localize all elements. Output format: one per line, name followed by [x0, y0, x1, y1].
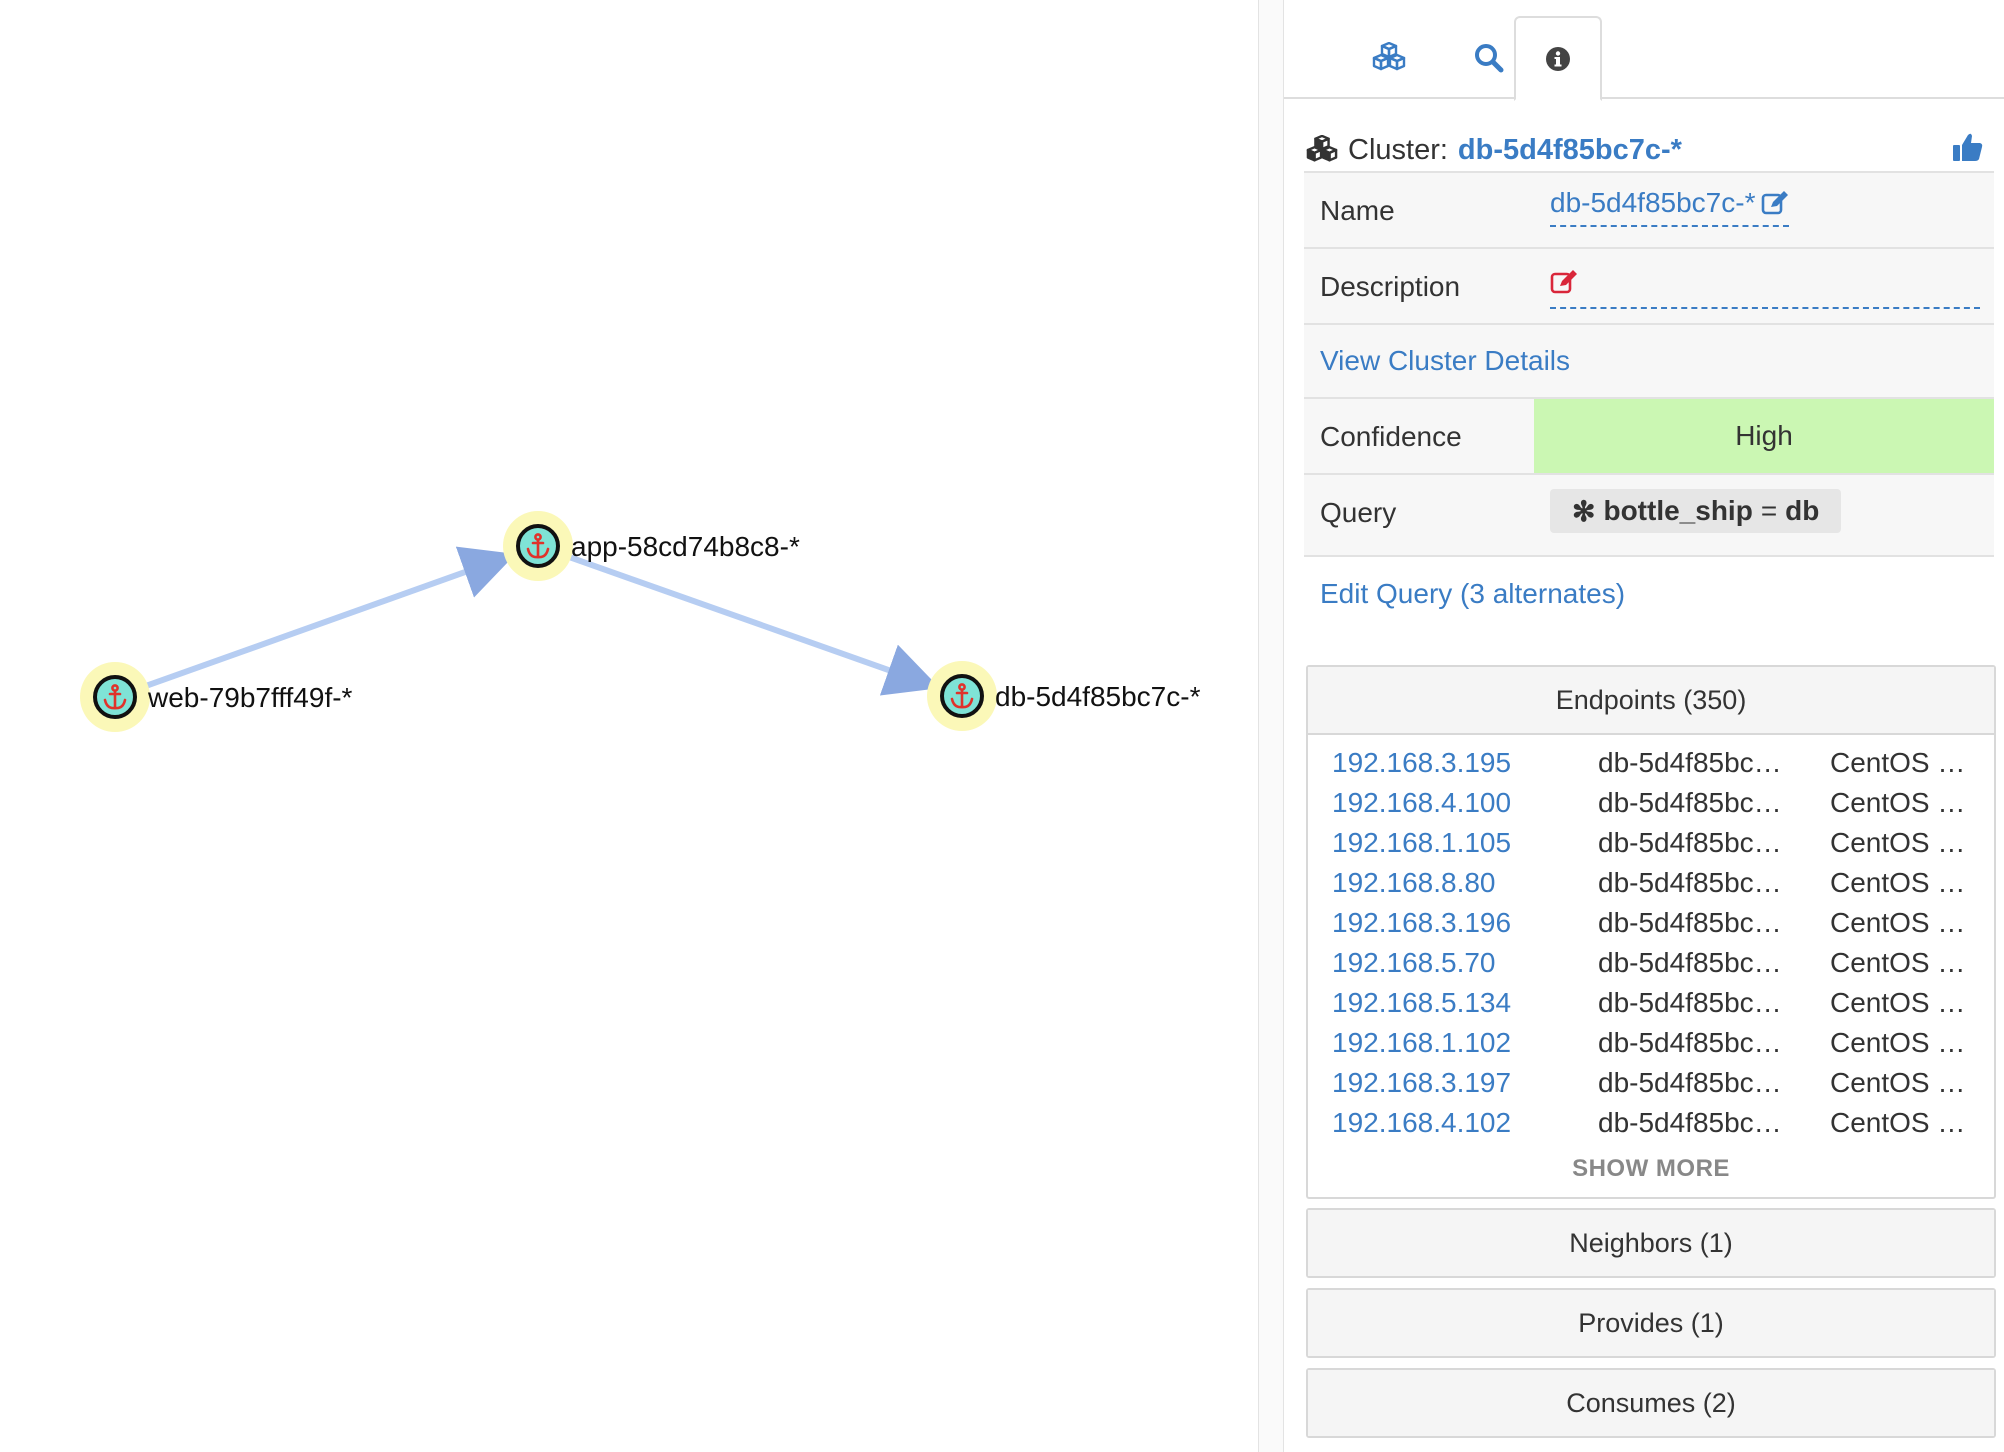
endpoint-os: CentOS … [1830, 987, 1966, 1018]
endpoint-name: db-5d4f85bc… [1598, 827, 1782, 858]
endpoint-ip-link[interactable]: 192.168.1.105 [1332, 827, 1511, 859]
confidence-value: High [1534, 399, 1994, 473]
endpoint-os: CentOS … [1830, 787, 1966, 818]
edit-icon [1762, 191, 1789, 215]
endpoint-row: 192.168.4.102 db-5d4f85bc… CentOS … [1308, 1107, 1994, 1147]
description-label: Description [1320, 271, 1461, 302]
panel-splitter[interactable] [1258, 0, 1284, 1452]
query-pill: ✻ bottle_ship = db [1550, 489, 1842, 533]
endpoint-row: 192.168.3.196 db-5d4f85bc… CentOS … [1308, 907, 1994, 947]
endpoint-ip-link[interactable]: 192.168.3.195 [1332, 747, 1511, 779]
endpoint-ip-link[interactable]: 192.168.3.197 [1332, 1067, 1511, 1099]
panel-tabs [1284, 0, 2004, 101]
provides-header[interactable]: Provides (1) [1308, 1290, 1994, 1356]
asterisk-icon: ✻ [1572, 495, 1596, 527]
endpoint-ip-link[interactable]: 192.168.5.134 [1332, 987, 1511, 1019]
endpoint-ip-link[interactable]: 192.168.1.102 [1332, 1027, 1511, 1059]
edge-web-to-app[interactable] [137, 546, 516, 692]
endpoint-name: db-5d4f85bc… [1598, 947, 1782, 978]
endpoint-os: CentOS … [1830, 1107, 1966, 1138]
endpoints-panel: Endpoints (350) 192.168.3.195 db-5d4f85bc… [1306, 665, 1996, 1199]
node-label: web-79b7fff49f-* [147, 682, 353, 713]
endpoints-list: 192.168.3.195 db-5d4f85bc… CentOS … 192.168… [1308, 733, 1994, 1147]
endpoint-name: db-5d4f85bc… [1598, 1067, 1782, 1098]
endpoint-os: CentOS … [1830, 1027, 1966, 1058]
endpoint-row: 192.168.1.102 db-5d4f85bc… CentOS … [1308, 1027, 1994, 1067]
edit-query-link[interactable]: Edit Query (3 alternates) [1320, 578, 1625, 610]
neighbors-panel: Neighbors (1) [1306, 1208, 1996, 1278]
side-panel: Cluster: db-5d4f85bc7c-* Name db-5d4f85b… [1284, 0, 2004, 1452]
endpoints-header[interactable]: Endpoints (350) [1308, 667, 1994, 733]
cluster-prefix: Cluster: [1348, 133, 1448, 166]
tab-info[interactable] [1514, 16, 1602, 101]
edge-app-to-db[interactable] [560, 551, 940, 696]
description-row: Description [1304, 247, 1994, 323]
provides-panel: Provides (1) [1306, 1288, 1996, 1358]
thumbs-up-icon [1953, 133, 1983, 161]
name-row: Name db-5d4f85bc7c-* [1304, 171, 1994, 247]
view-details-row: View Cluster Details [1304, 323, 1994, 397]
name-value-wrap: db-5d4f85bc7c-* [1550, 187, 1790, 227]
query-key: bottle_ship [1603, 495, 1753, 526]
view-cluster-details-link[interactable]: View Cluster Details [1320, 345, 1570, 377]
node-label: app-58cd74b8c8-* [571, 531, 800, 562]
endpoint-row: 192.168.3.195 db-5d4f85bc… CentOS … [1308, 747, 1994, 787]
endpoint-name: db-5d4f85bc… [1598, 1027, 1782, 1058]
query-operator: = [1760, 495, 1778, 526]
endpoint-row: 192.168.3.197 db-5d4f85bc… CentOS … [1308, 1067, 1994, 1107]
endpoint-name: db-5d4f85bc… [1598, 1107, 1782, 1138]
consumes-panel: Consumes (2) [1306, 1368, 1996, 1438]
endpoint-name: db-5d4f85bc… [1598, 907, 1782, 938]
query-value: db [1785, 495, 1820, 526]
consumes-header[interactable]: Consumes (2) [1308, 1370, 1994, 1436]
search-icon [1475, 43, 1504, 72]
nodes-layer: web-79b7fff49f-* app-58cd74b8c8-* db-5d4f8… [80, 511, 1201, 732]
endpoint-os: CentOS … [1830, 867, 1966, 898]
endpoint-ip-link[interactable]: 192.168.3.196 [1332, 907, 1511, 939]
graph-node-db[interactable]: db-5d4f85bc7c-* [927, 661, 1201, 731]
neighbors-header[interactable]: Neighbors (1) [1308, 1210, 1994, 1276]
thumbs-up-button[interactable] [1952, 132, 1984, 170]
endpoint-name: db-5d4f85bc… [1598, 747, 1782, 778]
endpoint-name: db-5d4f85bc… [1598, 787, 1782, 818]
graph-canvas[interactable]: web-79b7fff49f-* app-58cd74b8c8-* db-5d4f8… [0, 0, 1258, 1452]
endpoint-ip-link[interactable]: 192.168.8.80 [1332, 867, 1496, 899]
name-edit-link[interactable]: db-5d4f85bc7c-* [1550, 187, 1790, 227]
confidence-row: Confidence High [1304, 397, 1994, 473]
endpoint-os: CentOS … [1830, 947, 1966, 978]
description-edit-link[interactable] [1550, 269, 1980, 309]
edit-icon [1550, 270, 1577, 294]
name-value: db-5d4f85bc7c-* [1550, 187, 1756, 218]
endpoint-ip-link[interactable]: 192.168.5.70 [1332, 947, 1496, 979]
cluster-header: Cluster: db-5d4f85bc7c-* [1304, 128, 1994, 172]
tab-clusters[interactable] [1346, 16, 1432, 99]
endpoint-name: db-5d4f85bc… [1598, 987, 1782, 1018]
endpoint-row: 192.168.5.70 db-5d4f85bc… CentOS … [1308, 947, 1994, 987]
graph-svg[interactable]: web-79b7fff49f-* app-58cd74b8c8-* db-5d4f8… [0, 0, 1258, 1452]
endpoint-row: 192.168.1.105 db-5d4f85bc… CentOS … [1308, 827, 1994, 867]
node-label: db-5d4f85bc7c-* [995, 681, 1201, 712]
confidence-label: Confidence [1320, 421, 1462, 452]
endpoint-row: 192.168.5.134 db-5d4f85bc… CentOS … [1308, 987, 1994, 1027]
graph-node-app[interactable]: app-58cd74b8c8-* [503, 511, 800, 581]
name-label: Name [1320, 195, 1395, 226]
endpoint-os: CentOS … [1830, 827, 1966, 858]
cubes-icon [1372, 41, 1406, 70]
info-icon [1546, 46, 1570, 71]
endpoint-os: CentOS … [1830, 1067, 1966, 1098]
endpoint-ip-link[interactable]: 192.168.4.102 [1332, 1107, 1511, 1139]
endpoint-ip-link[interactable]: 192.168.4.100 [1332, 787, 1511, 819]
cluster-properties: Name db-5d4f85bc7c-* Description View Cl… [1304, 171, 1994, 557]
query-label: Query [1320, 497, 1397, 528]
endpoint-row: 192.168.4.100 db-5d4f85bc… CentOS … [1308, 787, 1994, 827]
endpoint-row: 192.168.8.80 db-5d4f85bc… CentOS … [1308, 867, 1994, 907]
endpoint-os: CentOS … [1830, 747, 1966, 778]
cluster-name: db-5d4f85bc7c-* [1457, 133, 1682, 166]
graph-node-web[interactable]: web-79b7fff49f-* [80, 662, 353, 732]
query-row: Query ✻ bottle_ship = db [1304, 473, 1994, 557]
cubes-icon [1306, 135, 1338, 162]
endpoint-os: CentOS … [1830, 907, 1966, 938]
show-more-button[interactable]: SHOW MORE [1308, 1147, 1994, 1195]
endpoint-name: db-5d4f85bc… [1598, 867, 1782, 898]
